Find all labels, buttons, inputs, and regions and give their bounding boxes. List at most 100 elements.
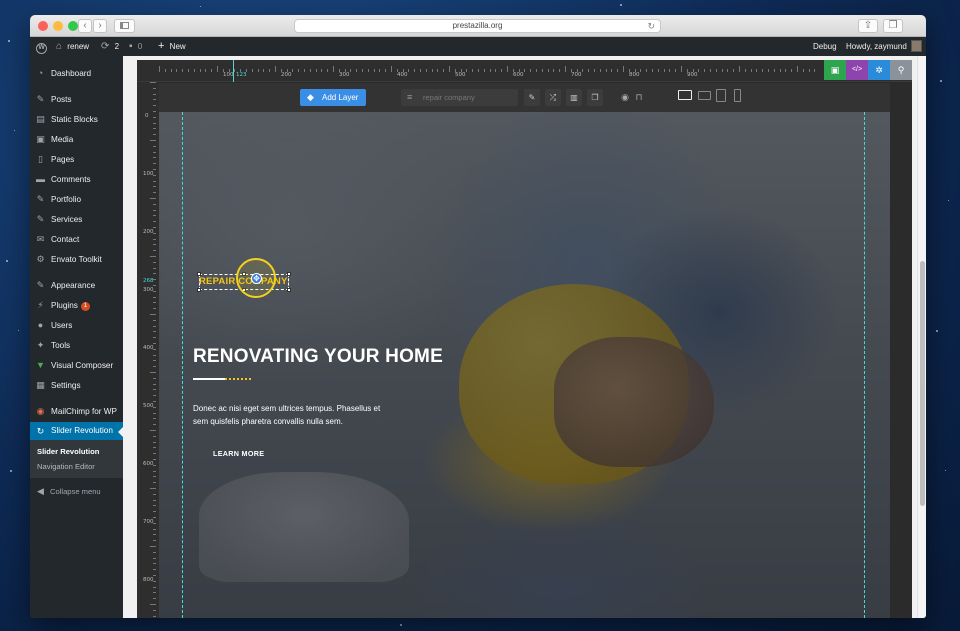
sidebar-item-static-blocks[interactable]: ▤ Static Blocks	[30, 110, 123, 129]
avatar[interactable]	[911, 40, 922, 52]
sidebar-item-portfolio[interactable]: ✎ Portfolio	[30, 190, 123, 209]
debug-link[interactable]: Debug	[813, 37, 837, 56]
page-scrollbar[interactable]	[917, 56, 926, 618]
ruler-label: 800	[629, 72, 640, 78]
notebook-view-button[interactable]	[698, 91, 711, 100]
back-button[interactable]: ‹	[78, 19, 92, 33]
ruler-tick	[251, 69, 253, 72]
submenu-navigation-editor[interactable]: Navigation Editor	[37, 462, 95, 471]
submenu-slider-revolution[interactable]: Slider Revolution	[37, 447, 99, 456]
ruler-tick	[669, 69, 671, 72]
sidebar-item-envato-toolkit[interactable]: ⚙ Envato Toolkit	[30, 250, 123, 269]
collapse-menu-button[interactable]: ◀ Collapse menu	[30, 482, 123, 501]
site-name-link[interactable]: ⌂ renew	[56, 37, 89, 56]
sidebar-item-contact[interactable]: ✉ Contact	[30, 230, 123, 249]
layer-body-text[interactable]: Donec ac nisi eget sem ultrices tempus. …	[193, 403, 393, 428]
sidebar-item-posts[interactable]: ✎ Posts	[30, 90, 123, 109]
share-button[interactable]: ⇪	[858, 19, 878, 33]
address-bar[interactable]: prestazilla.org ↻	[294, 19, 661, 33]
admin-sidebar: ◔ Dashboard ✎ Posts ▤ Static Blocks ▣ Me…	[30, 56, 123, 618]
sidebar-item-media[interactable]: ▣ Media	[30, 130, 123, 149]
ruler-tick	[437, 69, 439, 72]
ruler-tick	[599, 69, 601, 72]
ruler-tick	[675, 69, 677, 72]
services-icon: ✎	[36, 214, 45, 224]
ruler-tick	[153, 157, 156, 159]
ruler-tick	[153, 227, 156, 228]
close-window-button[interactable]	[38, 21, 48, 31]
layer-heading[interactable]: RENOVATING YOUR HOME	[193, 346, 443, 368]
zoom-window-button[interactable]	[68, 21, 78, 31]
appearance-icon: ✎	[36, 280, 45, 290]
sidebar-item-settings[interactable]: ▦ Settings	[30, 376, 123, 395]
tabs-overview-button[interactable]: ❐	[883, 19, 903, 33]
code-button[interactable]: </>	[846, 60, 868, 80]
slide-canvas[interactable]: REPAIR COMPANY ✥ RENOVATING YOUR HOME Do…	[159, 112, 890, 618]
lock-toggle[interactable]: ⊓	[633, 90, 645, 105]
sidebar-item-label: Media	[51, 135, 74, 144]
ruler-tick	[153, 296, 156, 298]
settings-button[interactable]: ✲	[868, 60, 890, 80]
visibility-toggle[interactable]: ◉	[618, 90, 632, 105]
ruler-tick	[153, 499, 156, 501]
ruler-tick	[150, 256, 156, 257]
visual-composer-icon: ▼	[36, 360, 45, 370]
add-layer-button[interactable]: ◆ Add Layer	[300, 89, 366, 106]
sidebar-item-users[interactable]: ● Users	[30, 316, 123, 335]
share-icon: ⇪	[863, 20, 873, 31]
tablet-view-button[interactable]	[716, 89, 726, 102]
ruler-tick	[657, 69, 659, 72]
sidebar-item-dashboard[interactable]: ◔ Dashboard	[30, 64, 123, 83]
shuffle-layer-button[interactable]: ⤮	[545, 89, 561, 106]
collapse-icon: ◀	[37, 486, 44, 496]
updates-link[interactable]: ⟳ 2	[101, 37, 119, 56]
ruler-tick	[153, 250, 156, 252]
account-greeting[interactable]: Howdy, zaymund	[846, 37, 907, 56]
ruler-tick	[153, 383, 156, 385]
resize-handle[interactable]	[197, 288, 201, 292]
ruler-label: 400	[143, 345, 154, 351]
sidebar-toggle-button[interactable]	[114, 19, 135, 33]
resize-handle[interactable]	[287, 288, 291, 292]
grid-guide-left	[182, 112, 183, 618]
forward-button[interactable]: ›	[93, 19, 107, 33]
ruler-tick	[408, 69, 410, 72]
ruler-tick	[153, 470, 156, 472]
sidebar-item-tools[interactable]: ✦ Tools	[30, 336, 123, 355]
sidebar-item-slider-revolution[interactable]: ↻ Slider Revolution	[30, 422, 123, 440]
layer-select[interactable]: ≡ repair company	[401, 89, 518, 106]
edit-layer-button[interactable]: ✎	[524, 89, 540, 106]
comments-link[interactable]: ▪ 0	[129, 37, 142, 56]
save-button[interactable]: ▣	[824, 60, 846, 80]
ruler-tick	[356, 69, 358, 72]
minimize-window-button[interactable]	[53, 21, 63, 31]
reload-icon[interactable]: ↻	[647, 20, 655, 32]
search-button[interactable]: ⚲	[890, 60, 912, 80]
ruler-tick	[379, 69, 381, 72]
sidebar-item-pages[interactable]: ▯ Pages	[30, 150, 123, 169]
sidebar-item-services[interactable]: ✎ Services	[30, 210, 123, 229]
ruler-tick	[153, 180, 156, 182]
vertical-ruler: 0 100 200 300 400 500 600 700 800 268	[137, 82, 159, 618]
ruler-tick	[150, 198, 156, 199]
ruler-tick	[443, 69, 445, 72]
sidebar-item-mailchimp[interactable]: ◉ MailChimp for WP	[30, 402, 123, 421]
ruler-tick	[681, 66, 682, 72]
desktop-view-button[interactable]	[678, 90, 692, 100]
sidebar-item-visual-composer[interactable]: ▼ Visual Composer	[30, 356, 123, 375]
new-content-link[interactable]: + New	[158, 37, 186, 56]
ruler-tick	[663, 69, 665, 72]
ruler-tick	[715, 69, 717, 72]
sidebar-item-plugins[interactable]: ⚡ Plugins 1	[30, 296, 123, 315]
wordpress-logo-icon[interactable]: W	[36, 37, 47, 56]
sidebar-item-appearance[interactable]: ✎ Appearance	[30, 276, 123, 295]
ruler-tick	[698, 69, 700, 72]
scrollbar-thumb[interactable]	[920, 261, 925, 506]
mobile-view-button[interactable]	[734, 89, 741, 102]
delete-layer-button[interactable]: ▥	[566, 89, 582, 106]
sidebar-item-comments[interactable]: ▬ Comments	[30, 170, 123, 189]
layer-learn-more-button[interactable]: LEARN MORE	[213, 449, 264, 458]
ruler-tick	[507, 66, 508, 72]
duplicate-layer-button[interactable]: ❐	[587, 89, 603, 106]
resize-handle[interactable]	[287, 272, 291, 276]
